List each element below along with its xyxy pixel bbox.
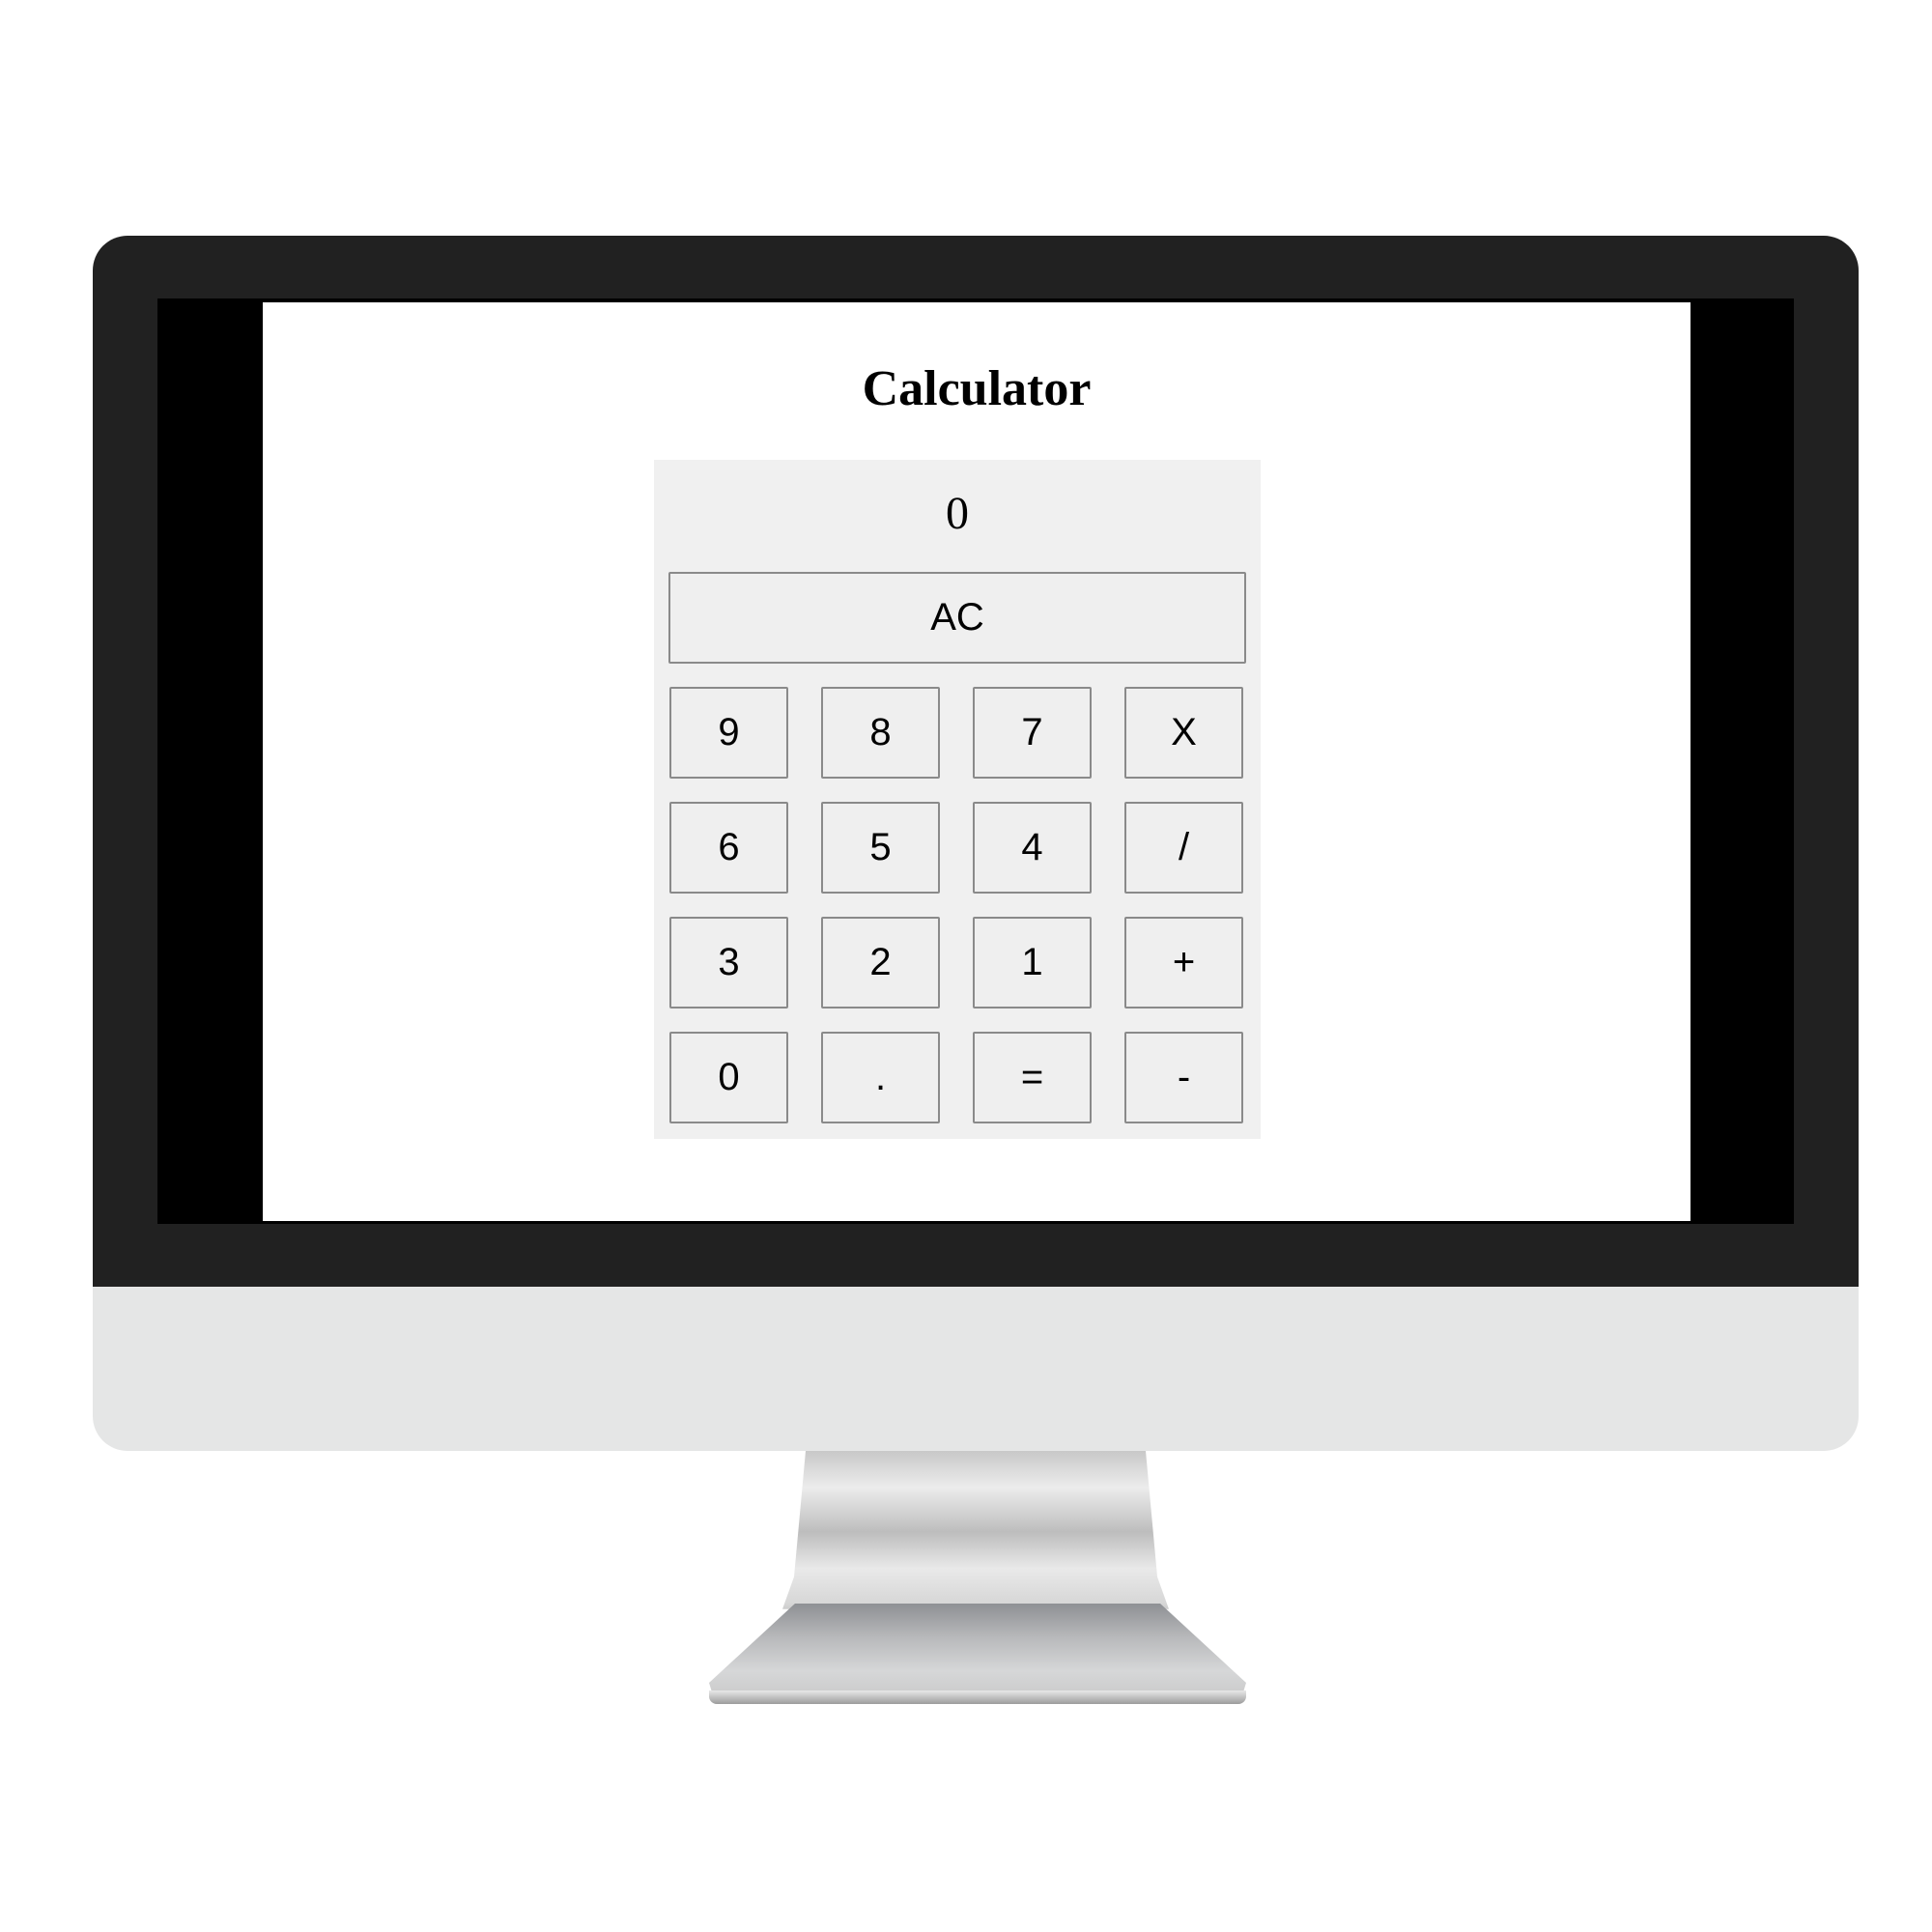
digit-6-button[interactable]: 6 [669,802,788,894]
digit-0-button[interactable]: 0 [669,1032,788,1123]
multiply-button[interactable]: X [1124,687,1243,779]
digit-4-button[interactable]: 4 [973,802,1092,894]
clear-button[interactable]: AC [668,572,1246,664]
calculator-display: 0 [946,488,969,539]
equals-button[interactable]: = [973,1032,1092,1123]
digit-2-button[interactable]: 2 [821,917,940,1009]
divide-button[interactable]: / [1124,802,1243,894]
digit-5-button[interactable]: 5 [821,802,940,894]
browser-viewport: Calculator 0 AC 9 8 7 X 6 5 4 / 3 2 1 + … [263,302,1690,1221]
decimal-point-button[interactable]: . [821,1032,940,1123]
add-button[interactable]: + [1124,917,1243,1009]
desktop-monitor-scene: Calculator 0 AC 9 8 7 X 6 5 4 / 3 2 1 + … [0,0,1932,1932]
subtract-button[interactable]: - [1124,1032,1243,1123]
monitor-stand-foot-edge [709,1690,1246,1704]
monitor-chin [93,1287,1859,1451]
digit-7-button[interactable]: 7 [973,687,1092,779]
digit-3-button[interactable]: 3 [669,917,788,1009]
digit-1-button[interactable]: 1 [973,917,1092,1009]
calculator: 0 AC 9 8 7 X 6 5 4 / 3 2 1 + 0 . = - [654,460,1261,1139]
monitor-stand-foot [709,1604,1246,1700]
digit-9-button[interactable]: 9 [669,687,788,779]
page-title: Calculator [862,361,1092,416]
digit-8-button[interactable]: 8 [821,687,940,779]
